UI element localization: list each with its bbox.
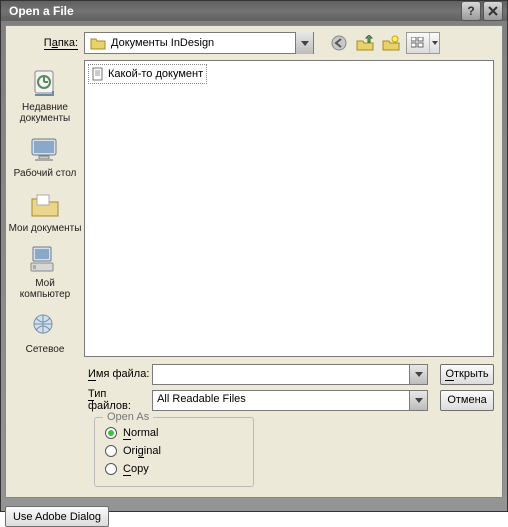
window-title: Open a File: [5, 4, 461, 18]
close-button[interactable]: [483, 1, 503, 21]
places-mycomputer-label: Мой компьютер: [20, 278, 70, 300]
radio-icon: [105, 463, 117, 475]
places-mycomputer[interactable]: Мой компьютер: [8, 242, 82, 302]
file-list[interactable]: Какой-то документ: [84, 60, 494, 357]
places-desktop[interactable]: Рабочий стол: [8, 132, 82, 181]
open-as-normal[interactable]: Normal: [105, 424, 243, 442]
open-as-copy[interactable]: Copy: [105, 460, 243, 478]
open-as-title: Open As: [103, 411, 153, 423]
filetype-value: All Readable Files: [153, 391, 409, 410]
file-item-label: Какой-то документ: [108, 68, 203, 80]
filetype-combo[interactable]: All Readable Files: [152, 390, 428, 411]
view-icon: [407, 37, 429, 49]
titlebar: Open a File ?: [1, 1, 507, 21]
places-recent[interactable]: Недавние документы: [8, 66, 82, 126]
cancel-button[interactable]: Отмена: [440, 390, 494, 411]
chevron-down-icon[interactable]: [409, 365, 427, 384]
chevron-down-icon[interactable]: [409, 391, 427, 410]
folder-combo[interactable]: Документы InDesign: [84, 32, 314, 54]
view-menu-button[interactable]: [406, 32, 440, 54]
places-network[interactable]: Сетевое: [8, 308, 82, 357]
places-mydocs-label: Мои документы: [9, 223, 82, 234]
document-icon: [90, 66, 106, 82]
network-icon: [28, 310, 62, 342]
file-item[interactable]: Какой-то документ: [88, 64, 207, 84]
recent-icon: [28, 68, 62, 100]
places-bar: Недавние документы Рабочий стол Мои доку…: [6, 60, 84, 357]
filename-combo[interactable]: [152, 364, 428, 385]
new-folder-button[interactable]: [380, 32, 402, 54]
desktop-icon: [28, 134, 62, 166]
places-network-label: Сетевое: [26, 344, 65, 355]
chevron-down-icon[interactable]: [429, 33, 439, 53]
filename-input[interactable]: [153, 365, 409, 384]
places-recent-label: Недавние документы: [20, 102, 71, 124]
filename-label: Имя файла:: [6, 368, 152, 380]
open-button[interactable]: Открыть: [440, 364, 494, 385]
folder-label: Папка:: [6, 37, 84, 49]
mydocs-icon: [28, 189, 62, 221]
radio-icon: [105, 427, 117, 439]
folder-name: Документы InDesign: [111, 37, 295, 49]
places-desktop-label: Рабочий стол: [14, 168, 77, 179]
open-as-group: Open As Normal Original Copy: [94, 417, 254, 487]
places-mydocs[interactable]: Мои документы: [8, 187, 82, 236]
open-as-original[interactable]: Original: [105, 442, 243, 460]
computer-icon: [28, 244, 62, 276]
use-adobe-dialog-button[interactable]: Use Adobe Dialog: [5, 506, 109, 527]
help-button[interactable]: ?: [461, 1, 481, 21]
up-button[interactable]: [354, 32, 376, 54]
radio-icon: [105, 445, 117, 457]
filetype-label: Тип файлов:: [6, 388, 152, 412]
folder-icon: [89, 35, 107, 51]
back-button[interactable]: [328, 32, 350, 54]
chevron-down-icon[interactable]: [295, 32, 313, 54]
